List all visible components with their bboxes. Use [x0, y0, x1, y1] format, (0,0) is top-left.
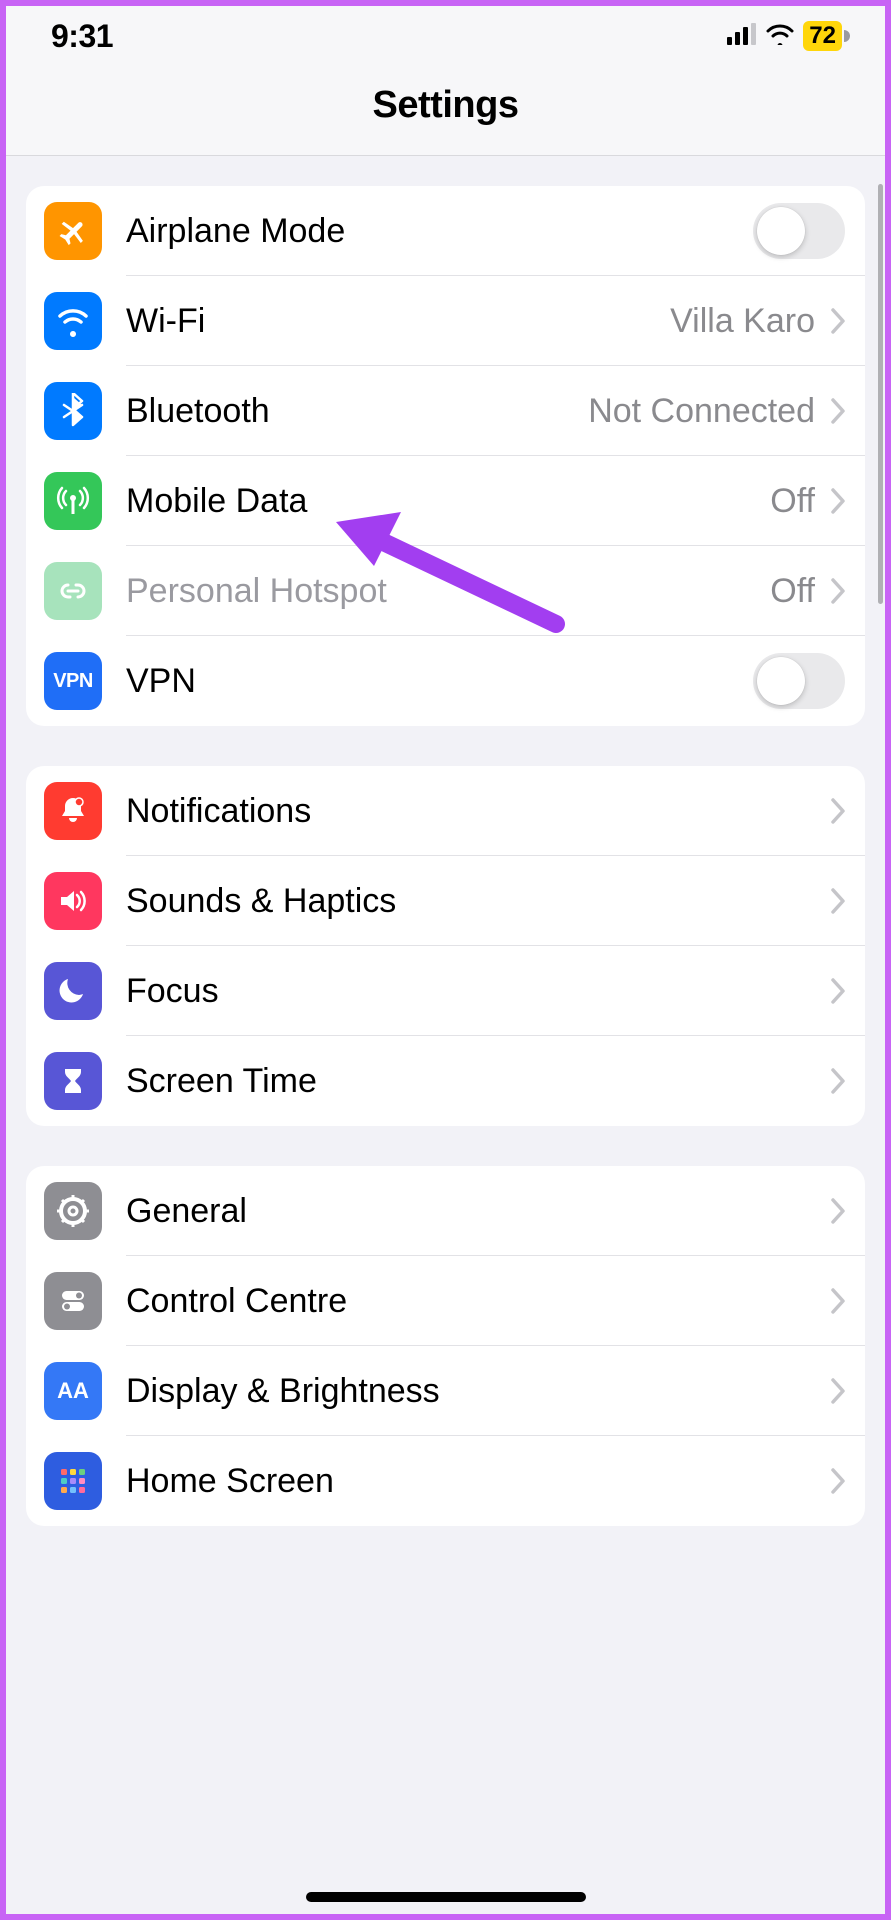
home-indicator[interactable]: [306, 1892, 586, 1902]
row-label: VPN: [126, 662, 196, 701]
row-label: Bluetooth: [126, 392, 270, 431]
row-label: Notifications: [126, 792, 311, 831]
settings-group-network: Airplane Mode Wi-Fi Villa Karo Bluetooth…: [26, 186, 865, 726]
row-mobile-data[interactable]: Mobile Data Off: [26, 456, 865, 546]
battery-icon: 72: [803, 21, 850, 51]
airplane-toggle[interactable]: [753, 203, 845, 259]
toggles-icon: [44, 1272, 102, 1330]
vpn-icon: VPN: [44, 652, 102, 710]
row-wifi[interactable]: Wi-Fi Villa Karo: [26, 276, 865, 366]
row-label: General: [126, 1192, 247, 1231]
chevron-right-icon: [831, 888, 845, 914]
airplane-icon: [44, 202, 102, 260]
bell-icon: [44, 782, 102, 840]
speaker-icon: [44, 872, 102, 930]
antenna-icon: [44, 472, 102, 530]
row-value: Not Connected: [588, 392, 825, 431]
row-airplane-mode[interactable]: Airplane Mode: [26, 186, 865, 276]
grid-icon: [44, 1452, 102, 1510]
chevron-right-icon: [831, 1288, 845, 1314]
chevron-right-icon: [831, 308, 845, 334]
row-general[interactable]: General: [26, 1166, 865, 1256]
row-value: Off: [770, 482, 825, 521]
row-label: Display & Brightness: [126, 1372, 440, 1411]
bluetooth-icon: [44, 382, 102, 440]
row-personal-hotspot[interactable]: Personal Hotspot Off: [26, 546, 865, 636]
row-label: Screen Time: [126, 1062, 317, 1101]
row-focus[interactable]: Focus: [26, 946, 865, 1036]
status-indicators: 72: [727, 21, 850, 51]
row-label: Personal Hotspot: [126, 572, 387, 611]
row-value: Off: [770, 572, 825, 611]
page-title: Settings: [6, 84, 885, 127]
wifi-icon: [765, 23, 795, 50]
chevron-right-icon: [831, 1068, 845, 1094]
row-home-screen[interactable]: Home Screen: [26, 1436, 865, 1526]
row-sounds-haptics[interactable]: Sounds & Haptics: [26, 856, 865, 946]
moon-icon: [44, 962, 102, 1020]
row-label: Home Screen: [126, 1462, 334, 1501]
hotspot-icon: [44, 562, 102, 620]
row-label: Focus: [126, 972, 219, 1011]
vpn-toggle[interactable]: [753, 653, 845, 709]
hourglass-icon: [44, 1052, 102, 1110]
content: Airplane Mode Wi-Fi Villa Karo Bluetooth…: [6, 186, 885, 1526]
row-label: Wi-Fi: [126, 302, 205, 341]
row-label: Control Centre: [126, 1282, 347, 1321]
chevron-right-icon: [831, 488, 845, 514]
row-bluetooth[interactable]: Bluetooth Not Connected: [26, 366, 865, 456]
chevron-right-icon: [831, 578, 845, 604]
text-size-icon: AA: [44, 1362, 102, 1420]
row-control-centre[interactable]: Control Centre: [26, 1256, 865, 1346]
settings-group-alerts: Notifications Sounds & Haptics Focus: [26, 766, 865, 1126]
scroll-indicator[interactable]: [878, 184, 883, 604]
status-bar: 9:31 72: [6, 6, 885, 66]
wifi-settings-icon: [44, 292, 102, 350]
settings-group-general: General Control Centre AA Display & Brig…: [26, 1166, 865, 1526]
row-notifications[interactable]: Notifications: [26, 766, 865, 856]
row-label: Airplane Mode: [126, 212, 345, 251]
row-label: Mobile Data: [126, 482, 307, 521]
cellular-icon: [727, 23, 757, 50]
nav-header: Settings: [6, 66, 885, 156]
chevron-right-icon: [831, 1378, 845, 1404]
chevron-right-icon: [831, 1198, 845, 1224]
battery-level: 72: [803, 21, 842, 51]
row-value: Villa Karo: [670, 302, 825, 341]
chevron-right-icon: [831, 798, 845, 824]
chevron-right-icon: [831, 1468, 845, 1494]
row-screen-time[interactable]: Screen Time: [26, 1036, 865, 1126]
row-label: Sounds & Haptics: [126, 882, 396, 921]
status-time: 9:31: [51, 18, 113, 55]
chevron-right-icon: [831, 398, 845, 424]
row-vpn[interactable]: VPN VPN: [26, 636, 865, 726]
gear-icon: [44, 1182, 102, 1240]
row-display-brightness[interactable]: AA Display & Brightness: [26, 1346, 865, 1436]
chevron-right-icon: [831, 978, 845, 1004]
